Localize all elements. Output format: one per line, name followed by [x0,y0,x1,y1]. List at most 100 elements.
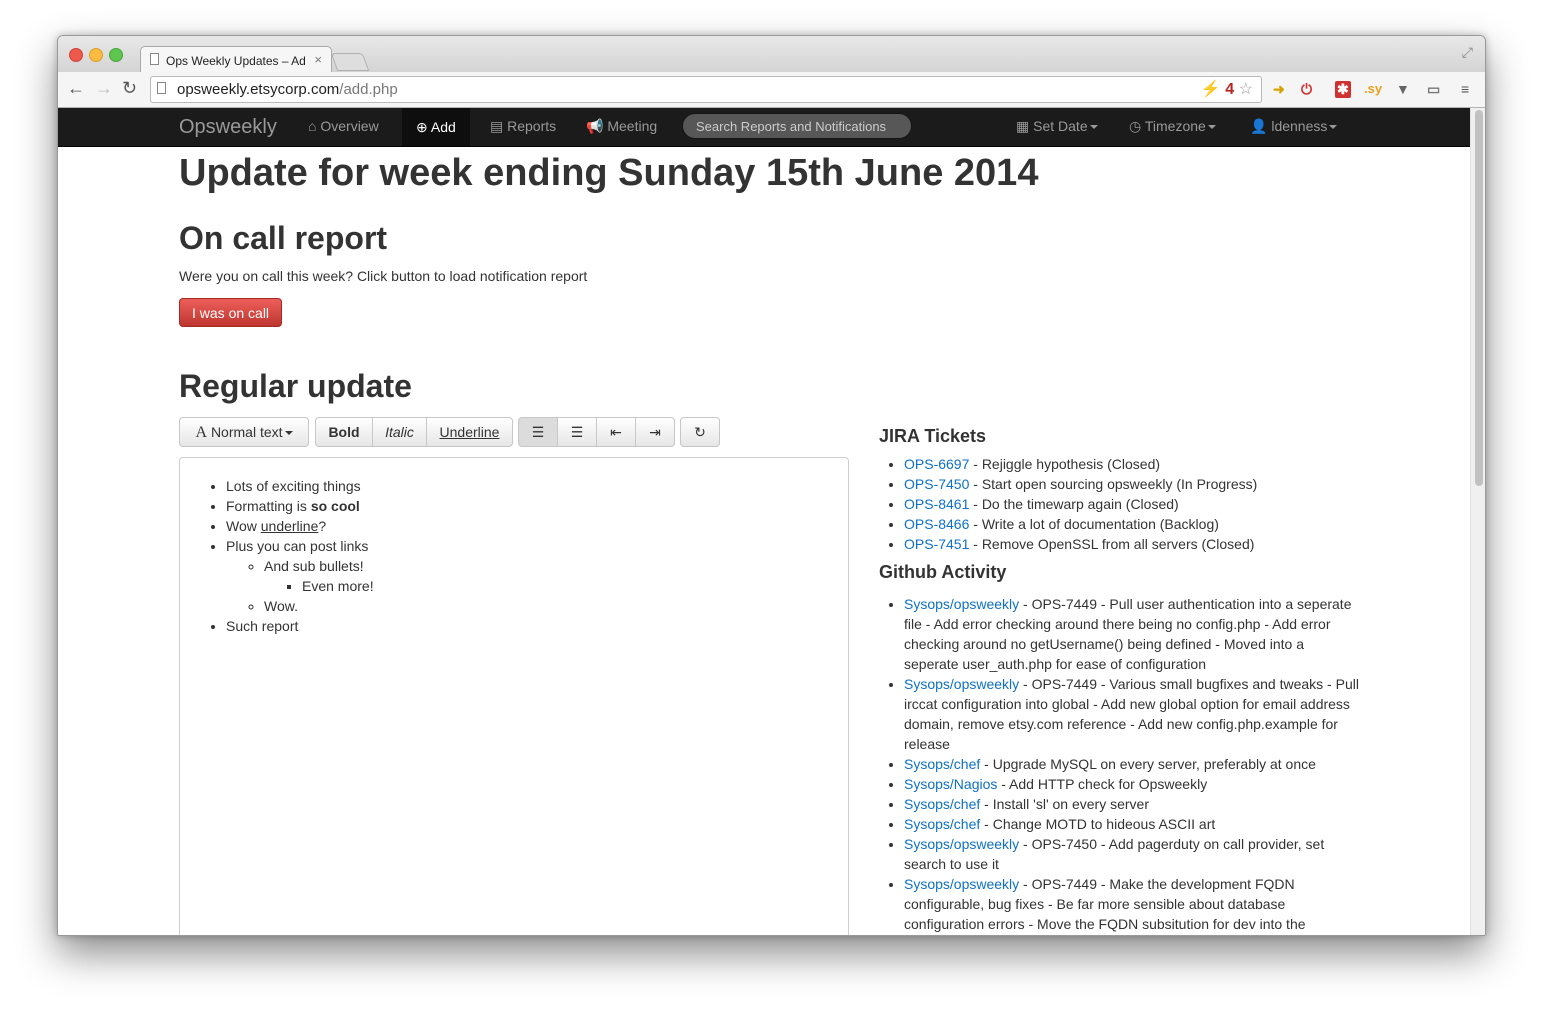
search-input[interactable]: Search Reports and Notifications [682,113,912,139]
indent-icon[interactable]: ⇥ [635,417,675,447]
extension-badge[interactable]: 4 [1225,81,1234,98]
github-item: Sysops/opsweekly - OPS-7449 - Make the d… [904,874,1359,934]
font-icon: A [195,424,208,441]
extension-sy-icon[interactable]: .sy [1364,81,1382,96]
url-text: opsweekly.etsycorp.com/add.php [177,81,398,98]
list-item: And sub bullets! Even more! [264,556,374,596]
jira-ticket-link[interactable]: OPS-8461 [904,496,969,512]
plus-circle-icon: ⊕ [416,119,428,135]
jira-ticket: OPS-6697 - Rejiggle hypothesis (Closed) [904,454,1359,474]
cast-icon[interactable]: ▭ [1427,81,1440,98]
pocket-icon[interactable]: ▼ [1396,81,1410,97]
close-window-button[interactable] [69,48,83,62]
bullhorn-icon: 📢 [586,118,604,134]
timezone-dropdown[interactable]: ◷ Timezone [1129,118,1216,135]
italic-button[interactable]: Italic [372,417,427,447]
list-item: Lots of exciting things [226,476,374,496]
caret-down-icon [1329,125,1338,130]
oncall-prompt: Were you on call this week? Click button… [179,268,588,284]
regular-update-heading: Regular update [179,368,412,404]
app-navbar: Opsweekly ⌂ Overview ⊕ Add ▤ Reports 📢 M… [58,108,1470,147]
bullet-list: Lots of exciting things Formatting is so… [188,476,374,636]
page-title: Update for week ending Sunday 15th June … [179,152,1039,194]
brand-logo[interactable]: Opsweekly [179,116,277,139]
link-refresh-icon[interactable]: ↻ [680,417,720,447]
nav-reports[interactable]: ▤ Reports [490,118,556,135]
jira-ticket: OPS-7451 - Remove OpenSSL from all serve… [904,534,1359,554]
scrollbar-thumb[interactable] [1475,110,1483,486]
tab-strip: Ops Weekly Updates – Add × ⤢ [58,36,1485,73]
extension-asterisk-icon[interactable]: ✱ [1335,81,1351,98]
back-arrow-icon[interactable]: ← [67,78,85,99]
github-item: Sysops/opsweekly - OPS-7450 - Add pagerd… [904,834,1359,874]
jira-heading: JIRA Tickets [879,426,987,446]
caret-down-icon [1089,125,1098,130]
list-item: Wow. [264,596,374,616]
zoom-window-button[interactable] [109,48,123,62]
jira-ticket-link[interactable]: OPS-8466 [904,516,969,532]
nav-meeting[interactable]: 📢 Meeting [586,118,657,135]
bold-button[interactable]: Bold [315,417,373,447]
repo-link[interactable]: Sysops/chef [904,796,980,812]
github-item: Sysops/chef - Upgrade MySQL on every ser… [904,754,1359,774]
repo-link[interactable]: Sysops/Nagios [904,776,997,792]
github-item: Sysops/Nagios - Add HTTP check for Opswe… [904,774,1359,794]
numbered-list-icon[interactable]: ☰ [557,417,597,447]
repo-link[interactable]: Sysops/opsweekly [904,876,1019,892]
outdent-icon[interactable]: ⇤ [596,417,636,447]
github-activity-list: Sysops/opsweekly - OPS-7449 - Pull user … [879,594,1359,934]
repo-link[interactable]: Sysops/chef [904,756,980,772]
browser-window: Ops Weekly Updates – Add × ⤢ ← → ↻ opswe… [57,35,1486,936]
clock-icon: ◷ [1129,118,1142,134]
jira-ticket-link[interactable]: OPS-6697 [904,456,969,472]
list-item: Plus you can post links And sub bullets!… [226,536,374,616]
jira-ticket-list: OPS-6697 - Rejiggle hypothesis (Closed) … [879,454,1359,554]
underline-button[interactable]: Underline [426,417,513,447]
i-was-on-call-button[interactable]: I was on call [179,298,283,327]
vertical-scrollbar[interactable] [1470,108,1485,935]
repo-link[interactable]: Sysops/opsweekly [904,676,1019,692]
lightning-icon[interactable]: ⚡ [1201,81,1221,98]
jira-ticket-link[interactable]: OPS-7450 [904,476,969,492]
bullet-list-icon[interactable]: ☰ [518,417,558,447]
document-icon [150,53,159,65]
caret-down-icon [1207,125,1216,130]
nav-overview[interactable]: ⌂ Overview [308,118,379,134]
minimize-window-button[interactable] [89,48,103,62]
tab-close-button[interactable]: × [314,52,322,67]
page-icon [157,82,166,94]
menu-icon[interactable]: ≡ [1461,81,1469,97]
list-item: Wow underline? [226,516,374,536]
jira-ticket-link[interactable]: OPS-7451 [904,536,969,552]
sub-sub-bullet-list: Even more! [264,576,374,596]
rich-text-editor[interactable]: Lots of exciting things Formatting is so… [179,457,849,935]
extension-stop-icon[interactable]: ⏻ [1301,81,1312,98]
github-heading: Github Activity [879,562,1007,582]
user-dropdown[interactable]: 👤 ldenness [1250,118,1338,135]
forward-arrow-icon[interactable]: → [95,78,113,99]
list-item: Such report [226,616,374,636]
list-item: Even more! [302,576,374,596]
page-content: Update for week ending Sunday 15th June … [58,146,1470,935]
user-icon: 👤 [1250,118,1268,134]
browser-toolbar: ← → ↻ opsweekly.etsycorp.com/add.php ⚡ 4… [58,72,1485,108]
address-bar[interactable]: opsweekly.etsycorp.com/add.php ⚡ 4 ☆ [150,76,1262,103]
repo-link[interactable]: Sysops/opsweekly [904,596,1019,612]
sub-bullet-list: And sub bullets! Even more! Wow. [226,556,374,616]
new-tab-button[interactable] [330,53,370,71]
font-size-dropdown[interactable]: A Normal text [179,417,309,447]
tab-title: Ops Weekly Updates – Add [166,54,306,68]
repo-link[interactable]: Sysops/chef [904,816,980,832]
fullscreen-icon[interactable]: ⤢ [1462,44,1473,61]
bookmark-star-icon[interactable]: ☆ [1239,81,1253,98]
repo-link[interactable]: Sysops/opsweekly [904,836,1019,852]
calendar-icon: ▦ [1016,118,1030,134]
list-item: Formatting is so cool [226,496,374,516]
set-date-dropdown[interactable]: ▦ Set Date [1016,118,1098,135]
browser-tab[interactable]: Ops Weekly Updates – Add × [140,46,332,73]
github-item: Sysops/chef - Install 'sl' on every serv… [904,794,1359,814]
caret-down-icon [284,431,293,436]
nav-add[interactable]: ⊕ Add [402,108,470,146]
extension-arrow-icon[interactable]: ➜ [1273,81,1285,98]
reload-icon[interactable]: ↻ [122,78,137,99]
